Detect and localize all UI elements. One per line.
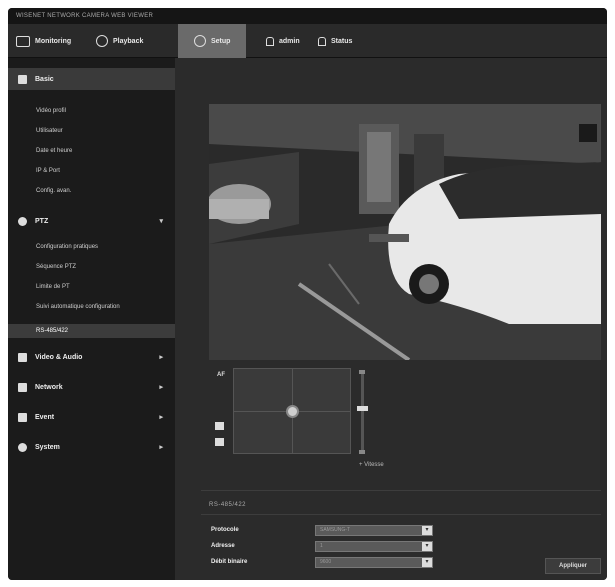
video-audio-icon [18, 352, 27, 362]
status-label: Status [331, 37, 353, 45]
panel-title: RS-485/422 [209, 502, 247, 508]
sidebar-section-system-label: System [35, 443, 60, 451]
apply-button[interactable]: Appliquer [545, 558, 601, 574]
baudrate-row: Débit binaire 9600 ▾ [211, 556, 601, 568]
sidebar-section-event-label: Event [35, 413, 55, 421]
sidebar-section-network-label: Network [35, 383, 63, 391]
monitor-icon [16, 35, 30, 47]
event-icon [18, 412, 27, 422]
ptz-speed-label[interactable]: + Vitesse [359, 462, 384, 468]
sidebar-section-video-audio-label: Video & Audio [35, 353, 83, 361]
chevron-down-icon: ▾ [159, 218, 163, 225]
address-select[interactable]: 1 ▾ [315, 540, 433, 552]
sidebar-item-video-profile[interactable]: Vidéo profil [36, 104, 175, 118]
chevron-right-icon: ▸ [159, 384, 163, 391]
sidebar-item-ip-port[interactable]: IP & Port [36, 164, 175, 178]
sidebar-section-ptz[interactable]: PTZ ▾ [8, 210, 175, 232]
af-label[interactable]: AF [217, 372, 225, 378]
address-value: 1 [320, 542, 323, 549]
app-title: WISENET NETWORK CAMERA WEB VIEWER [8, 8, 607, 24]
camera-image [209, 104, 601, 360]
sidebar-item-preset-config[interactable]: Configuration pratiques [36, 240, 175, 254]
person-icon[interactable] [215, 422, 224, 430]
sidebar: Basic Vidéo profil Utilisateur Date et h… [8, 58, 175, 580]
sidebar-item-pt-limit[interactable]: Limite de PT [36, 280, 175, 294]
chevron-right-icon: ▸ [159, 414, 163, 421]
user-icon [266, 36, 274, 46]
protocol-row: Protocole SAMSUNG-T ▾ [211, 524, 601, 536]
tab-monitoring[interactable]: Monitoring [16, 30, 71, 52]
tab-setup-label: Setup [211, 37, 231, 45]
chevron-down-icon: ▾ [422, 557, 432, 567]
ptz-control-area: AF [209, 364, 601, 460]
protocol-label: Protocole [211, 527, 239, 533]
zoom-out-end[interactable] [359, 450, 365, 454]
top-navigation: Monitoring Playback Setup admin Status [8, 24, 607, 58]
sidebar-item-user[interactable]: Utilisateur [36, 124, 175, 138]
tab-monitoring-label: Monitoring [35, 37, 72, 45]
sidebar-section-event[interactable]: Event ▸ [8, 406, 175, 428]
basic-icon [18, 74, 27, 84]
sidebar-section-ptz-label: PTZ [35, 217, 49, 225]
sidebar-section-network[interactable]: Network ▸ [8, 376, 175, 398]
chevron-right-icon: ▸ [159, 354, 163, 361]
divider [201, 514, 601, 515]
zoom-slider-track[interactable] [361, 372, 364, 452]
gear-icon [194, 35, 206, 47]
zoom-in-end[interactable] [359, 370, 365, 374]
protocol-select[interactable]: SAMSUNG-T ▾ [315, 524, 433, 536]
baudrate-value: 9600 [320, 558, 332, 565]
chevron-down-icon: ▾ [422, 525, 432, 535]
sidebar-item-rs485[interactable]: RS-485/422 [8, 324, 175, 338]
sidebar-section-basic[interactable]: Basic [8, 68, 175, 90]
sidebar-item-auto-tracking[interactable]: Suivi automatique configuration [36, 300, 175, 314]
address-label: Adresse [211, 543, 235, 549]
live-video-preview [209, 104, 601, 360]
sidebar-section-system[interactable]: System ▸ [8, 436, 175, 458]
playback-icon [96, 35, 108, 47]
tab-playback[interactable]: Playback [96, 30, 143, 52]
app-window: WISENET NETWORK CAMERA WEB VIEWER Monito… [8, 8, 607, 580]
status-link[interactable]: Status [318, 30, 352, 52]
baudrate-select[interactable]: 9600 ▾ [315, 556, 433, 568]
status-icon [318, 36, 326, 46]
chevron-right-icon: ▸ [159, 444, 163, 451]
zoom-slider-thumb[interactable] [357, 406, 368, 411]
address-row: Adresse 1 ▾ [211, 540, 601, 552]
main-content: AF + Vitesse RS-485/422 Protocole SAMSUN… [175, 58, 607, 580]
protocol-value: SAMSUNG-T [320, 526, 350, 533]
admin-link[interactable]: admin [266, 30, 300, 52]
sidebar-section-basic-label: Basic [35, 75, 54, 83]
system-gear-icon [18, 442, 27, 452]
landscape-icon[interactable] [215, 438, 224, 446]
tab-playback-label: Playback [113, 37, 144, 45]
tab-setup[interactable]: Setup [178, 24, 247, 58]
sidebar-item-advanced-config[interactable]: Config. avan. [36, 184, 175, 198]
network-icon [18, 382, 27, 392]
divider [201, 490, 601, 491]
sidebar-item-date-time[interactable]: Date et heure [36, 144, 175, 158]
ptz-joystick-pad[interactable] [233, 368, 351, 454]
sidebar-item-ptz-sequence[interactable]: Séquence PTZ [36, 260, 175, 274]
baudrate-label: Débit binaire [211, 559, 248, 565]
admin-label: admin [279, 37, 300, 45]
sidebar-section-video-audio[interactable]: Video & Audio ▸ [8, 346, 175, 368]
ptz-icon [18, 216, 27, 226]
chevron-down-icon: ▾ [422, 541, 432, 551]
ptz-joystick-knob[interactable] [286, 405, 299, 418]
